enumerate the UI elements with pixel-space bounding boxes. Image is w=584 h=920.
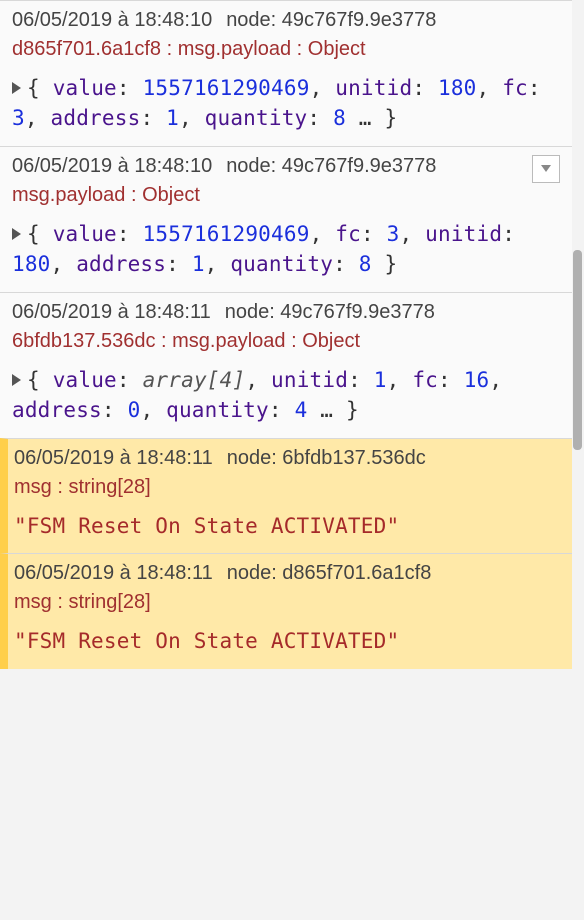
expand-caret-icon[interactable]: [12, 374, 21, 386]
expand-caret-icon[interactable]: [12, 228, 21, 240]
expand-caret-icon[interactable]: [12, 82, 21, 94]
message-type: msg : string[28]: [14, 591, 560, 614]
timestamp: 06/05/2019 à 18:48:11: [14, 562, 213, 584]
node-id: node: 6bfdb137.536dc: [227, 447, 426, 469]
debug-panel: 06/05/2019 à 18:48:10 node: 49c767f9.9e37…: [0, 0, 584, 920]
scrollbar-track[interactable]: [572, 0, 584, 920]
message-meta: 06/05/2019 à 18:48:10 node: 49c767f9.9e37…: [12, 155, 560, 178]
timestamp: 06/05/2019 à 18:48:10: [12, 155, 212, 177]
message-payload[interactable]: "FSM Reset On State ACTIVATED": [14, 626, 560, 656]
message-payload[interactable]: { value: 1557161290469, fc: 3, unitid: 1…: [12, 219, 560, 280]
node-id: node: 49c767f9.9e3778: [225, 301, 435, 323]
message-payload[interactable]: { value: array[4], unitid: 1, fc: 16, ad…: [12, 365, 560, 426]
message-payload[interactable]: "FSM Reset On State ACTIVATED": [14, 511, 560, 541]
debug-message: 06/05/2019 à 18:48:11 node: d865f701.6a1c…: [0, 553, 572, 668]
debug-message: 06/05/2019 à 18:48:10 node: 49c767f9.9e37…: [0, 0, 572, 146]
message-meta: 06/05/2019 à 18:48:10 node: 49c767f9.9e37…: [12, 9, 560, 32]
message-type: msg : string[28]: [14, 476, 560, 499]
debug-message: 06/05/2019 à 18:48:10 node: 49c767f9.9e37…: [0, 146, 572, 292]
message-type: 6bfdb137.536dc : msg.payload : Object: [12, 330, 560, 353]
chevron-down-icon: [541, 165, 551, 172]
message-type: d865f701.6a1cf8 : msg.payload : Object: [12, 38, 560, 61]
expand-button[interactable]: [532, 155, 560, 183]
message-type: msg.payload : Object: [12, 184, 560, 207]
timestamp: 06/05/2019 à 18:48:10: [12, 9, 212, 31]
timestamp: 06/05/2019 à 18:48:11: [12, 301, 211, 323]
timestamp: 06/05/2019 à 18:48:11: [14, 447, 213, 469]
node-id: node: 49c767f9.9e3778: [226, 155, 436, 177]
node-id: node: d865f701.6a1cf8: [227, 562, 432, 584]
debug-message: 06/05/2019 à 18:48:11 node: 6bfdb137.536d…: [0, 438, 572, 553]
message-meta: 06/05/2019 à 18:48:11 node: 49c767f9.9e37…: [12, 301, 560, 324]
message-payload[interactable]: { value: 1557161290469, unitid: 180, fc:…: [12, 73, 560, 134]
message-meta: 06/05/2019 à 18:48:11 node: 6bfdb137.536d…: [14, 447, 560, 470]
scrollbar-thumb[interactable]: [573, 250, 582, 450]
debug-message: 06/05/2019 à 18:48:11 node: 49c767f9.9e37…: [0, 292, 572, 438]
node-id: node: 49c767f9.9e3778: [226, 9, 436, 31]
message-meta: 06/05/2019 à 18:48:11 node: d865f701.6a1c…: [14, 562, 560, 585]
